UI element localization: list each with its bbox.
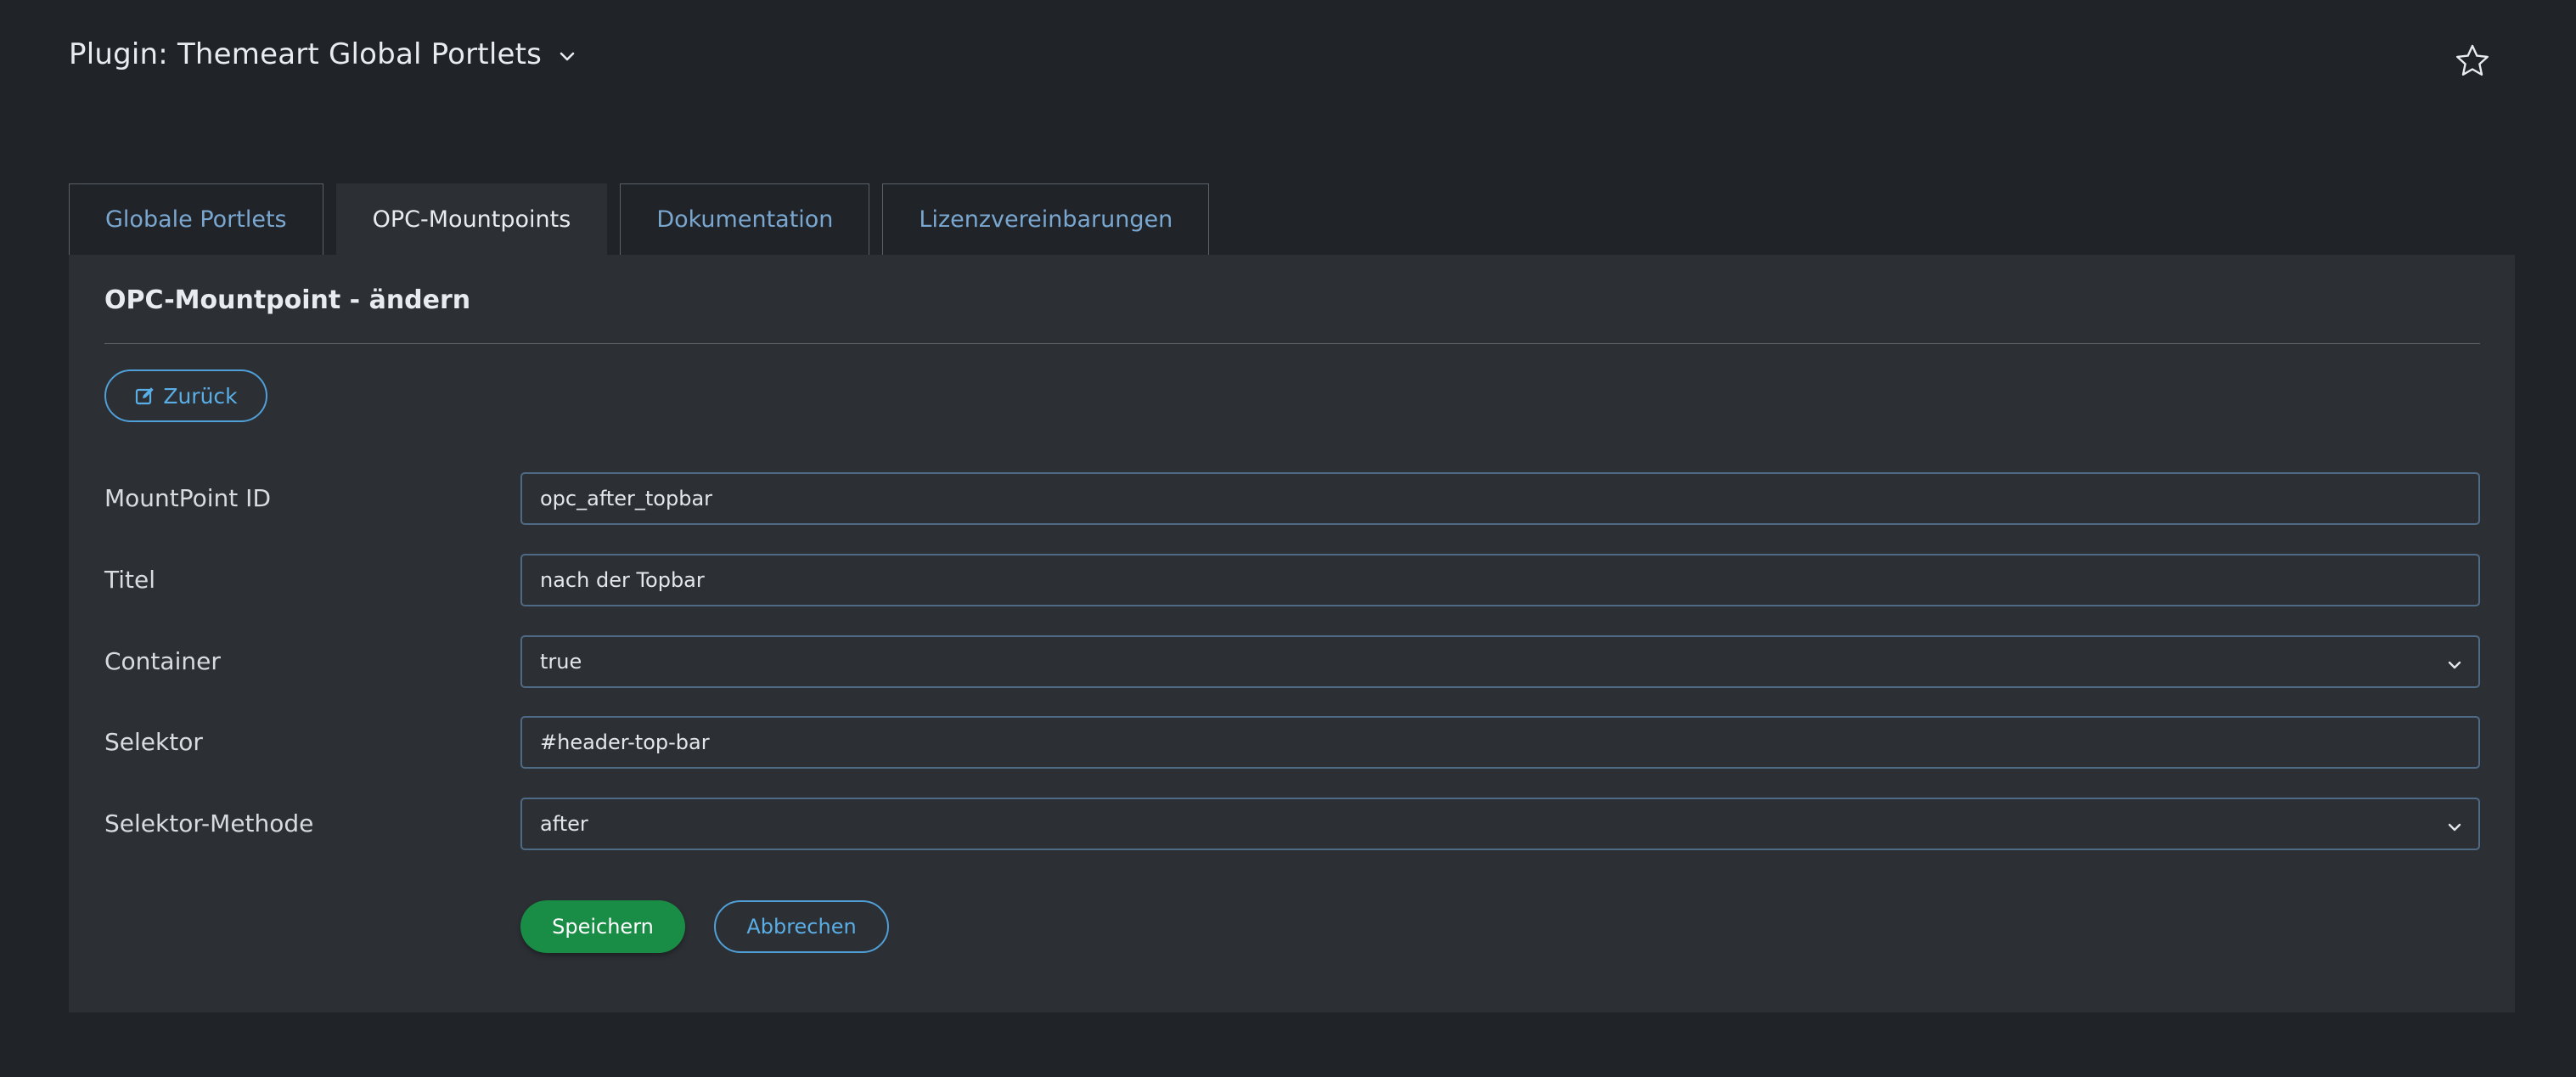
content-panel: OPC-Mountpoint - ändern Zurück MountPoin… [69,255,2515,1012]
back-button-label: Zurück [163,383,238,409]
chevron-down-icon[interactable] [557,47,577,67]
selektor-methode-value: after [540,812,588,836]
star-icon[interactable] [2454,42,2491,80]
panel-heading: OPC-Mountpoint - ändern [104,285,471,315]
chevron-down-icon [2446,817,2463,834]
chevron-down-icon [2446,655,2463,672]
form-row-selektor: Selektor #header-top-bar [104,716,2480,769]
cancel-button[interactable]: Abbrechen [714,900,889,953]
divider [104,343,2480,344]
container-value: true [540,650,582,674]
selektor-methode-select[interactable]: after [520,798,2480,850]
selektor-input[interactable]: #header-top-bar [520,716,2480,769]
titel-label: Titel [104,566,156,594]
tab-lizenzvereinbarungen[interactable]: Lizenzvereinbarungen [882,183,1210,255]
page-header: Plugin: Themeart Global Portlets [69,37,577,71]
save-button[interactable]: Speichern [520,900,685,953]
selektor-methode-label: Selektor-Methode [104,809,314,837]
edit-icon [134,385,156,407]
form-row-mountpoint-id: MountPoint ID opc_after_topbar [104,472,2480,525]
mountpoint-id-value: opc_after_topbar [540,487,713,510]
selektor-label: Selektor [104,728,203,756]
form-row-selektor-methode: Selektor-Methode after [104,798,2480,850]
mountpoint-id-label: MountPoint ID [104,484,271,512]
container-select[interactable]: true [520,635,2480,688]
form-row-container: Container true [104,635,2480,688]
titel-input[interactable]: nach der Topbar [520,554,2480,606]
tab-globale-portlets[interactable]: Globale Portlets [69,183,323,255]
tab-dokumentation[interactable]: Dokumentation [620,183,870,255]
back-button[interactable]: Zurück [104,369,267,422]
page-title: Plugin: Themeart Global Portlets [69,37,543,71]
tab-opc-mountpoints[interactable]: OPC-Mountpoints [335,183,608,255]
container-label: Container [104,647,221,675]
titel-value: nach der Topbar [540,568,705,592]
form-row-titel: Titel nach der Topbar [104,554,2480,606]
mountpoint-id-input[interactable]: opc_after_topbar [520,472,2480,525]
selektor-value: #header-top-bar [540,730,710,754]
tab-bar: Globale Portlets OPC-Mountpoints Dokumen… [69,183,1210,255]
